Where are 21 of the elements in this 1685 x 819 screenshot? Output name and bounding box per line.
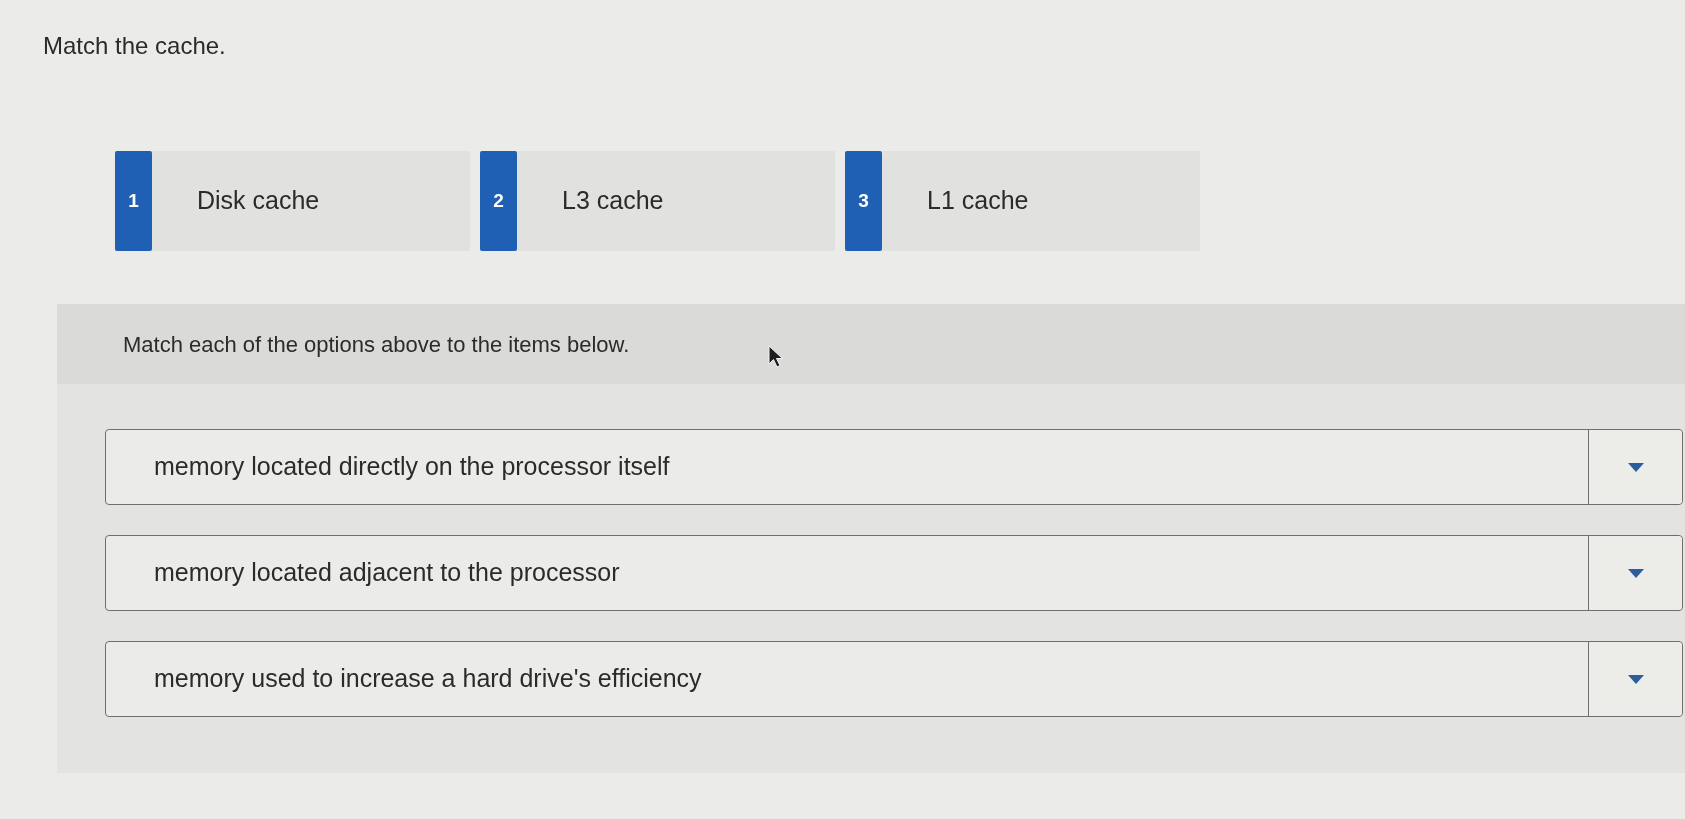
dropdown-button[interactable]	[1588, 430, 1682, 504]
caret-down-icon	[1627, 674, 1644, 684]
option-label: Disk cache	[197, 185, 320, 217]
option-number-tab: 2	[480, 151, 517, 251]
caret-down-icon	[1627, 568, 1644, 578]
option-card[interactable]: 2 L3 cache	[480, 151, 835, 251]
item-text: memory used to increase a hard drive's efficiency	[154, 663, 702, 695]
option-label: L3 cache	[562, 185, 664, 217]
option-number-tab: 3	[845, 151, 882, 251]
item-text: memory located adjacent to the processor	[154, 557, 620, 589]
instructions-text: Match each of the options above to the items below.	[123, 330, 630, 359]
item-text: memory located directly on the processor itself	[154, 451, 670, 483]
option-card[interactable]: 1 Disk cache	[115, 151, 470, 251]
option-label: L1 cache	[927, 185, 1029, 217]
mouse-pointer-icon	[768, 345, 784, 369]
question-title: Match the cache.	[43, 32, 226, 61]
option-card[interactable]: 3 L1 cache	[845, 151, 1200, 251]
option-number-tab: 1	[115, 151, 152, 251]
dropdown-button[interactable]	[1588, 642, 1682, 716]
dropdown-button[interactable]	[1588, 536, 1682, 610]
caret-down-icon	[1627, 462, 1644, 472]
